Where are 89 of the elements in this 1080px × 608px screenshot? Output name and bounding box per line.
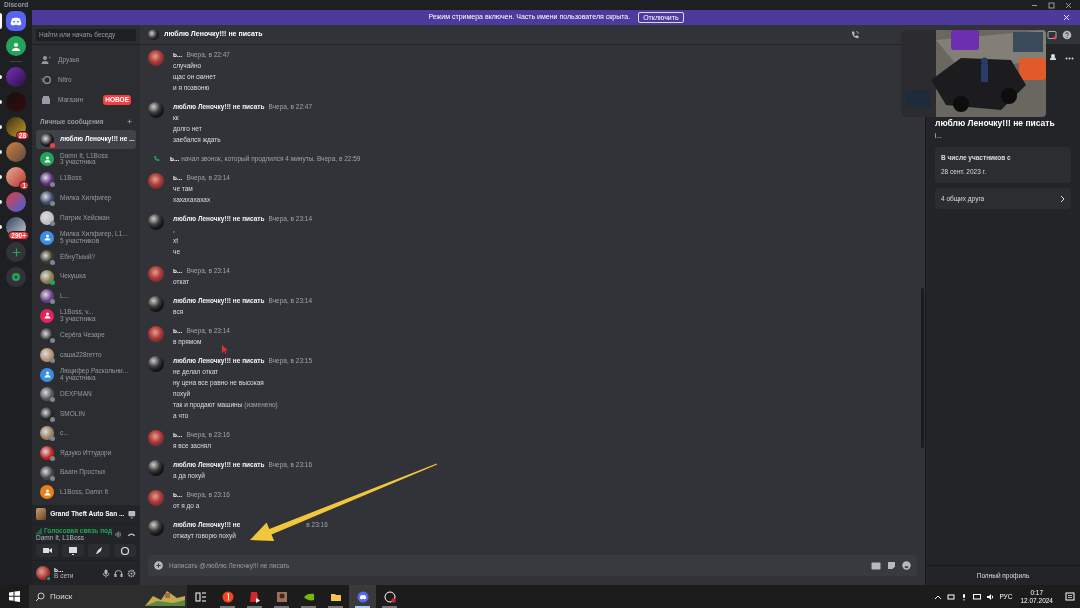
avatar xyxy=(40,171,54,186)
cursor-icon xyxy=(222,345,228,354)
group-dm-button[interactable] xyxy=(6,36,26,56)
search-field[interactable]: Поиск xyxy=(29,585,187,608)
more-icon[interactable] xyxy=(1065,57,1074,60)
avatar xyxy=(40,132,54,147)
inbox-icon[interactable] xyxy=(1047,29,1057,40)
game-icon xyxy=(36,508,47,520)
speaker-icon[interactable] xyxy=(986,592,995,601)
media-player-icon xyxy=(248,590,261,603)
maximize-icon[interactable] xyxy=(1048,1,1055,9)
avatar xyxy=(40,328,54,343)
voice-control-button[interactable] xyxy=(62,544,84,557)
task-view-icon xyxy=(194,590,207,603)
people-icon xyxy=(43,312,51,320)
notification-icon[interactable] xyxy=(1065,591,1075,602)
people-icon xyxy=(43,371,51,379)
signal-icon xyxy=(36,527,42,535)
avatar xyxy=(148,266,164,282)
avatar xyxy=(148,214,164,230)
headphones-icon[interactable] xyxy=(114,568,123,578)
people-icon xyxy=(11,41,21,51)
voice-control-button[interactable] xyxy=(88,544,110,557)
voice-control-button[interactable] xyxy=(114,544,136,557)
avatar xyxy=(40,250,54,265)
discord-logo-icon xyxy=(9,15,23,27)
capture-icon xyxy=(383,590,396,603)
add-server-button[interactable] xyxy=(6,242,26,262)
avatar xyxy=(148,460,164,476)
avatar xyxy=(148,430,164,446)
network-icon[interactable] xyxy=(947,592,956,601)
avatar xyxy=(40,191,54,206)
help-icon[interactable] xyxy=(1062,29,1072,40)
compass-icon xyxy=(11,272,21,282)
shop-icon xyxy=(41,95,51,105)
windows-icon[interactable] xyxy=(9,591,20,602)
settings-icon[interactable] xyxy=(127,568,136,578)
people-icon xyxy=(43,234,51,241)
avatar xyxy=(40,348,54,363)
monitor-icon[interactable] xyxy=(973,592,982,601)
avatar xyxy=(148,50,164,66)
avatar xyxy=(148,490,164,506)
avatar xyxy=(36,566,50,580)
avatar xyxy=(40,210,54,225)
avatar xyxy=(40,465,54,480)
avatar xyxy=(148,356,164,372)
avatar xyxy=(40,387,54,402)
avatar xyxy=(40,289,54,304)
game-icon xyxy=(275,590,288,603)
search-placeholder: Поиск xyxy=(50,590,74,603)
nitro-icon xyxy=(41,75,51,85)
screen-share-icon xyxy=(68,546,78,555)
friends-icon xyxy=(41,55,51,65)
emoji-icon[interactable] xyxy=(902,561,911,570)
avatar xyxy=(148,326,164,342)
discord-icon xyxy=(356,590,369,603)
voice-control-button[interactable] xyxy=(36,544,58,557)
waveform-icon[interactable] xyxy=(115,529,122,539)
plus-icon xyxy=(11,247,21,257)
avatar xyxy=(148,173,164,189)
phone-icon xyxy=(153,155,160,162)
avatar xyxy=(40,406,54,421)
avatar xyxy=(40,446,54,461)
phone-icon[interactable] xyxy=(850,29,860,40)
avatar xyxy=(148,29,159,40)
browser-icon xyxy=(221,590,234,603)
explore-button[interactable] xyxy=(6,267,26,287)
gif-icon[interactable] xyxy=(871,561,881,570)
camera-icon xyxy=(42,546,52,555)
avatar xyxy=(148,520,164,536)
close-icon[interactable] xyxy=(1065,1,1072,9)
people-icon xyxy=(43,155,51,163)
sticker-icon[interactable] xyxy=(887,561,896,570)
screen-icon[interactable] xyxy=(128,509,136,519)
taskbar-app-button[interactable] xyxy=(349,585,376,608)
avatar xyxy=(40,426,54,441)
avatar xyxy=(148,102,164,118)
avatar xyxy=(148,296,164,312)
search-icon xyxy=(35,591,45,602)
profile-name: люблю Леночку!!! не писать xyxy=(935,117,1056,130)
chevron-right-icon xyxy=(1060,194,1065,203)
avatar xyxy=(40,269,54,284)
server-button[interactable] xyxy=(6,167,26,187)
people-icon xyxy=(43,488,51,496)
plus-icon[interactable] xyxy=(154,561,163,570)
home-button[interactable] xyxy=(6,11,26,31)
server-button[interactable] xyxy=(6,117,26,137)
plus-icon[interactable] xyxy=(127,119,132,125)
add-friend-icon[interactable] xyxy=(1048,53,1058,62)
